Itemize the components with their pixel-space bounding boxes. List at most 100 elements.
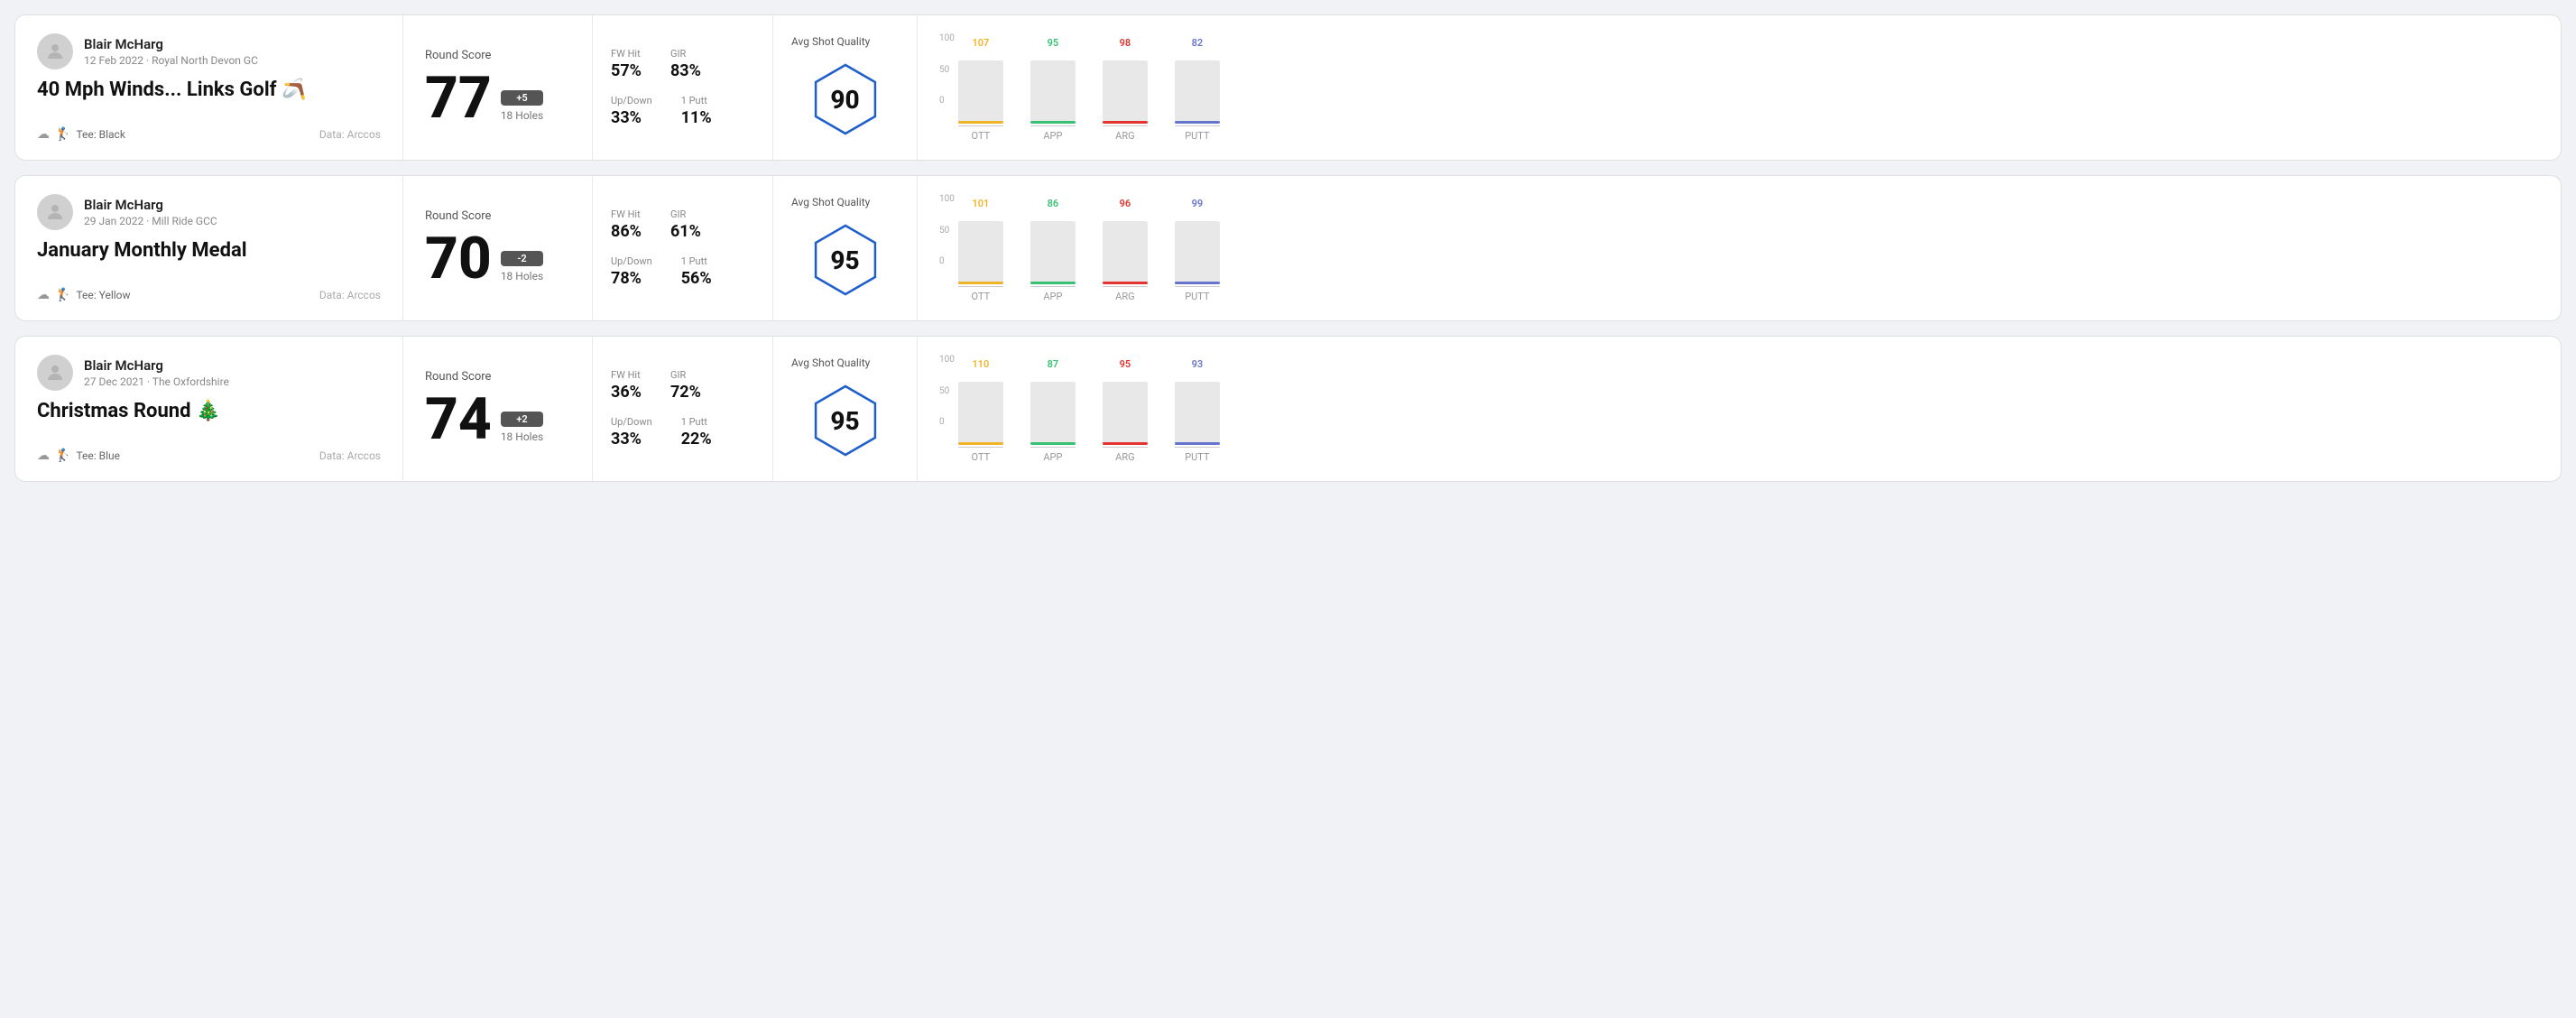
stats-row-bottom: Up/Down 78% 1 Putt 56% [611,255,754,288]
chart-bars: 107 OTT 95 APP [958,33,1220,142]
score-main: 74 +2 18 Holes [425,391,570,449]
bar-fill [1030,121,1076,124]
card-score: Round Score 77 +5 18 Holes [403,15,593,160]
card-score: Round Score 74 +2 18 Holes [403,337,593,481]
bar-bg [1103,382,1148,445]
user-info: Blair McHarg 27 Dec 2021 · The Oxfordshi… [37,355,381,391]
weather-icon: ☁ [37,127,50,142]
score-modifier: +2 [501,412,543,427]
bar-bg [1030,221,1076,284]
score-modifier: +5 [501,90,543,106]
tee-label: Tee: Blue [76,449,120,462]
chart-column: 110 OTT [958,358,1003,463]
stats-row-top: FW Hit 57% GIR 83% [611,48,754,80]
stats-row-top: FW Hit 86% GIR 61% [611,208,754,241]
bar-wrapper [1175,373,1220,445]
hexagon-container: 90 [805,59,886,140]
data-source: Data: Arccos [319,449,381,462]
user-name: Blair McHarg [84,36,258,52]
user-date: 27 Dec 2021 · The Oxfordshire [84,375,229,388]
weather-icon: ☁ [37,288,50,302]
quality-label: Avg Shot Quality [791,356,870,369]
gir-stat: GIR 61% [670,208,701,241]
avatar [37,355,73,391]
chart-column: 95 ARG [1103,358,1148,463]
quality-label: Avg Shot Quality [791,196,870,208]
bar-wrapper [1103,51,1148,124]
score-detail: -2 18 Holes [501,251,543,288]
data-source: Data: Arccos [319,128,381,141]
stats-row-bottom: Up/Down 33% 1 Putt 22% [611,416,754,449]
chart-column: 86 APP [1030,198,1076,302]
card-score: Round Score 70 -2 18 Holes [403,176,593,320]
score-main: 70 -2 18 Holes [425,230,570,288]
chart-column: 98 ARG [1103,37,1148,142]
gir-stat: GIR 83% [670,48,701,80]
oneputt-stat: 1 Putt 22% [681,416,712,449]
bar-fill [1175,121,1220,124]
bar-wrapper [1103,212,1148,284]
score-holes: 18 Holes [501,270,543,282]
score-number: 74 [425,391,492,449]
card-footer: ☁ 🏌 Tee: Black Data: Arccos [37,127,381,142]
bar-fill [1175,282,1220,284]
card-quality: Avg Shot Quality 90 [773,15,918,160]
user-name: Blair McHarg [84,357,229,374]
round-title: Christmas Round 🎄 [37,400,381,422]
quality-label: Avg Shot Quality [791,35,870,48]
score-label: Round Score [425,49,570,62]
fw-hit-stat: FW Hit 36% [611,369,642,402]
chart-area: 100 50 0 101 OTT 86 [918,176,2561,320]
tee-label: Tee: Yellow [76,289,130,301]
bar-fill [958,442,1003,445]
bar-bg [1030,382,1076,445]
bar-bg [958,60,1003,124]
bar-bg [1103,221,1148,284]
round-card: Blair McHarg 12 Feb 2022 · Royal North D… [14,14,2562,161]
updown-stat: Up/Down 78% [611,255,652,288]
chart-area: 100 50 0 107 OTT 95 [918,15,2561,160]
stats-row-top: FW Hit 36% GIR 72% [611,369,754,402]
card-left: Blair McHarg 27 Dec 2021 · The Oxfordshi… [15,337,403,481]
round-card: Blair McHarg 27 Dec 2021 · The Oxfordshi… [14,336,2562,482]
card-stats: FW Hit 86% GIR 61% Up/Down 78% 1 Putt [593,176,773,320]
fw-hit-stat: FW Hit 57% [611,48,642,80]
avatar [37,33,73,69]
score-label: Round Score [425,370,570,384]
bar-bg [1175,382,1220,445]
quality-score: 95 [830,245,859,275]
score-detail: +2 18 Holes [501,412,543,449]
user-date: 29 Jan 2022 · Mill Ride GCC [84,215,217,227]
hexagon-container: 95 [805,380,886,461]
user-info: Blair McHarg 12 Feb 2022 · Royal North D… [37,33,381,69]
bar-fill [1175,442,1220,445]
bar-bg [958,221,1003,284]
bar-fill [958,282,1003,284]
updown-stat: Up/Down 33% [611,416,652,449]
score-number: 77 [425,69,492,127]
score-holes: 18 Holes [501,109,543,122]
card-footer: ☁ 🏌 Tee: Blue Data: Arccos [37,449,381,463]
user-info: Blair McHarg 29 Jan 2022 · Mill Ride GCC [37,194,381,230]
hexagon-container: 95 [805,219,886,301]
chart-bars: 101 OTT 86 APP [958,194,1220,302]
bar-wrapper [958,212,1003,284]
chart-column: 96 ARG [1103,198,1148,302]
card-quality: Avg Shot Quality 95 [773,337,918,481]
score-main: 77 +5 18 Holes [425,69,570,127]
avatar [37,194,73,230]
chart-area: 100 50 0 110 OTT 87 [918,337,2561,481]
quality-score: 90 [830,85,859,115]
bar-bg [1175,221,1220,284]
fw-hit-stat: FW Hit 86% [611,208,642,241]
score-detail: +5 18 Holes [501,90,543,127]
chart-column: 93 PUTT [1175,358,1220,463]
bar-wrapper [1103,373,1148,445]
card-stats: FW Hit 36% GIR 72% Up/Down 33% 1 Putt [593,337,773,481]
bar-wrapper [958,51,1003,124]
tee-info: ☁ 🏌 Tee: Blue [37,449,120,463]
round-card: Blair McHarg 29 Jan 2022 · Mill Ride GCC… [14,175,2562,321]
bar-wrapper [1030,51,1076,124]
round-title: 40 Mph Winds... Links Golf 🪃 [37,79,381,101]
tee-label: Tee: Black [76,128,125,141]
